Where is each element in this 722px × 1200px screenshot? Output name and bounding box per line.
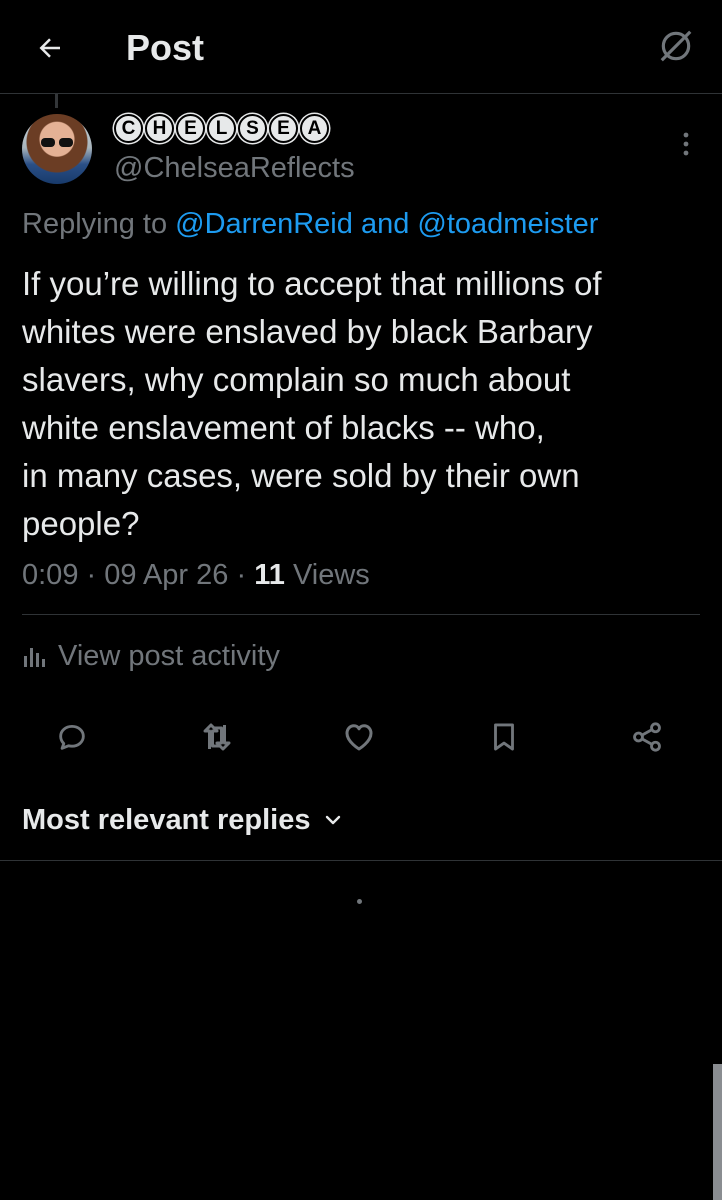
post-meta: 0:09 · 09 Apr 26 · 11 Views [22,556,370,594]
share-button[interactable] [622,712,672,762]
replying-to: Replying to @DarrenReid and @toadmeister [22,205,598,243]
post-text-line: If you’re willing to accept that million… [22,265,602,302]
bookmark-icon [494,723,514,751]
name-letter: A [300,114,329,143]
action-bar [0,712,722,762]
like-button[interactable] [334,712,384,762]
activity-label: View post activity [58,640,280,672]
display-name[interactable]: C H E L S E A [114,114,329,146]
reply-user-link[interactable]: @toadmeister [417,208,598,240]
name-letter: L [207,114,236,143]
more-options-button[interactable] [670,128,702,160]
sunglasses-icon [41,138,73,147]
post-text-line: white enslavement of blacks -- who, [22,409,545,446]
user-handle[interactable]: @ChelseaReflects [114,150,355,186]
post-text-line: whites were enslaved by black Barbary [22,313,593,350]
no-sign-icon [660,30,692,62]
replying-prefix: Replying to [22,208,168,240]
top-bar: Post [0,0,722,94]
loading-indicator [357,899,362,904]
reply-icon [59,724,85,750]
post-text-line: slavers, why complain so much about [22,361,571,398]
meta-separator: · [86,559,97,591]
view-post-activity-button[interactable]: View post activity [22,636,280,676]
bookmark-button[interactable] [479,712,529,762]
name-letter: E [176,114,205,143]
name-letter: S [238,114,267,143]
views-count: 11 [254,559,285,591]
post-time[interactable]: 0:09 [22,559,78,591]
meta-separator: · [236,559,247,591]
page-title: Post [126,27,205,68]
chevron-down-icon [325,815,340,825]
reply-user-link[interactable]: @DarrenReid [175,208,353,240]
more-vertical-icon [683,132,689,156]
repost-button[interactable] [192,712,242,762]
reply-and: and [360,208,410,240]
arrow-left-icon [39,38,60,58]
views-label: Views [292,559,370,591]
avatar[interactable] [22,114,92,184]
grok-button[interactable] [654,24,698,68]
back-button[interactable] [28,26,72,70]
scrollbar[interactable] [713,1064,722,1200]
repost-icon [203,723,231,751]
replies-sort-label: Most relevant replies [22,804,311,836]
name-letter: C [114,114,143,143]
like-icon [345,724,373,751]
replies-sort-dropdown[interactable]: Most relevant replies [22,800,343,840]
post-text-line: in many cases, were sold by their own [22,457,580,494]
post-text-line: people? [22,505,140,542]
divider [22,614,700,615]
share-icon [633,722,661,752]
analytics-icon [24,648,45,667]
divider [0,860,722,861]
post-text: If you’re willing to accept that million… [22,260,712,548]
reply-button[interactable] [47,712,97,762]
name-letter: E [269,114,298,143]
post-date[interactable]: 09 Apr 26 [104,559,228,591]
thread-connector-line [55,94,58,108]
name-letter: H [145,114,174,143]
